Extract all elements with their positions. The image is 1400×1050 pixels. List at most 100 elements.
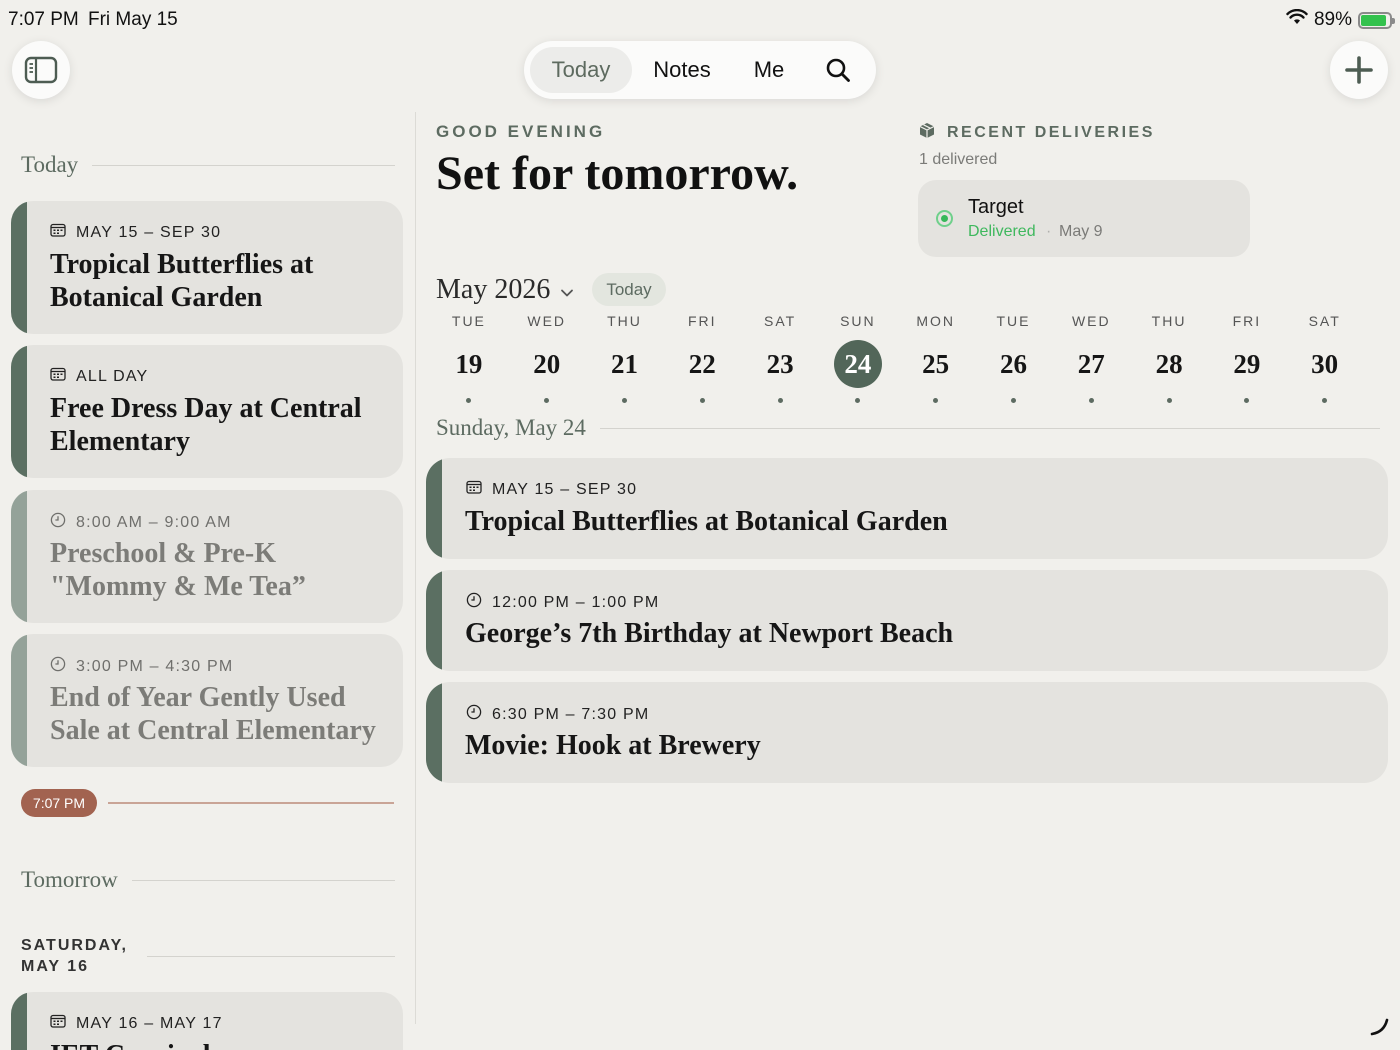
status-time: 7:07 PM (8, 9, 79, 30)
headline: Set for tomorrow. (436, 147, 799, 200)
sidebar-toggle-button[interactable] (12, 41, 70, 99)
event-dot (1010, 398, 1016, 403)
clock-icon (50, 656, 66, 677)
sidebar-event-card[interactable]: MAY 16 – MAY 17 IET Carnival (11, 992, 403, 1050)
weekday-label: SAT (763, 313, 797, 329)
current-time-badge: 7:07 PM (21, 789, 97, 817)
status-date: Fri May 15 (88, 9, 178, 30)
resize-handle-icon[interactable] (1368, 1015, 1390, 1042)
weekday-label: FRI (1232, 313, 1262, 329)
weekday-label: TUE (996, 313, 1031, 329)
day-number: 29 (1233, 348, 1261, 379)
day-number: 30 (1311, 348, 1339, 379)
event-card[interactable]: 6:30 PM – 7:30 PM Movie: Hook at Brewery (426, 682, 1388, 783)
top-tab-bar: Today Notes Me (524, 41, 876, 99)
event-card[interactable]: 12:00 PM – 1:00 PM George’s 7th Birthday… (426, 570, 1388, 671)
day-subheader: SATURDAY, MAY 16 (21, 937, 128, 975)
week-day[interactable]: SAT 30 (1286, 313, 1364, 403)
clock-icon (50, 512, 66, 533)
sidebar-event-card[interactable]: 8:00 AM – 9:00 AM Preschool & Pre-K "Mom… (11, 490, 403, 623)
delivery-card[interactable]: Target Delivered · May 9 (918, 180, 1250, 257)
separator-dot: · (1046, 223, 1052, 240)
event-dot (1088, 398, 1094, 403)
current-time-line (108, 802, 394, 804)
event-time: 3:00 PM – 4:30 PM (76, 657, 234, 675)
event-dot (544, 398, 550, 403)
package-icon (919, 122, 935, 144)
clock-icon (466, 704, 482, 725)
event-time: 6:30 PM – 7:30 PM (492, 705, 650, 723)
day-subheader-line (147, 956, 395, 957)
week-day[interactable]: THU 21 (586, 313, 664, 403)
weekday-label: WED (527, 313, 567, 329)
chevron-down-icon (560, 274, 574, 306)
weekday-label: FRI (688, 313, 717, 329)
week-day[interactable]: THU 28 (1130, 313, 1208, 403)
week-day[interactable]: TUE 19 (430, 313, 508, 403)
week-day[interactable]: MON 25 (897, 313, 975, 403)
plus-icon (1345, 56, 1373, 84)
delivery-status: Delivered (968, 223, 1036, 240)
month-label: May 2026 (436, 274, 551, 305)
week-day[interactable]: SAT 23 (741, 313, 819, 403)
clock-icon (466, 592, 482, 613)
deliveries-heading: RECENT DELIVERIES (947, 124, 1155, 141)
status-indicators: 89% (1286, 8, 1395, 31)
sidebar-event-card[interactable]: 3:00 PM – 4:30 PM End of Year Gently Use… (11, 634, 403, 767)
event-card[interactable]: MAY 15 – SEP 30 Tropical Butterflies at … (426, 458, 1388, 559)
sidebar-event-card[interactable]: MAY 15 – SEP 30 Tropical Butterflies at … (11, 201, 403, 334)
event-dot (466, 398, 472, 403)
tab-today[interactable]: Today (530, 47, 632, 93)
event-title: George’s 7th Birthday at Newport Beach (465, 618, 954, 649)
event-title: Tropical Butterflies at Botanical Garden (465, 506, 948, 537)
deliveries-count: 1 delivered (919, 151, 998, 168)
month-picker[interactable]: May 2026 (436, 274, 574, 306)
selected-date-label: Sunday, May 24 (436, 415, 586, 440)
tomorrow-section-header: Tomorrow (21, 867, 395, 893)
week-day[interactable]: FRI 29 (1208, 313, 1286, 403)
battery-icon (1358, 11, 1395, 29)
calendar-icon (50, 223, 66, 242)
weekday-label: THU (607, 313, 642, 329)
weekday-label: MON (916, 313, 956, 329)
tomorrow-section-label: Tomorrow (21, 867, 118, 892)
weekday-label: WED (1071, 313, 1111, 329)
delivered-status-icon (936, 210, 953, 227)
event-dot (855, 398, 861, 403)
event-time: 12:00 PM – 1:00 PM (492, 593, 660, 611)
tab-notes[interactable]: Notes (632, 47, 732, 93)
event-dot (777, 398, 783, 403)
week-day[interactable]: WED 20 (508, 313, 586, 403)
week-day[interactable]: WED 27 (1052, 313, 1130, 403)
event-title: Movie: Hook at Brewery (465, 730, 761, 761)
event-dot (621, 398, 627, 403)
event-dot (933, 398, 939, 403)
week-day[interactable]: TUE 26 (975, 313, 1053, 403)
week-day[interactable]: FRI 22 (663, 313, 741, 403)
weekday-label: SAT (1308, 313, 1341, 329)
sidebar-event-card[interactable]: ALL DAY Free Dress Day at Central Elemen… (11, 345, 403, 478)
day-number: 21 (610, 348, 638, 379)
event-title: End of Year Gently Used Sale at Central … (50, 682, 376, 746)
week-strip: TUE 19 WED 20 THU 21 FRI 22 SAT 23 SUN 24 MON 2… (430, 313, 1364, 403)
day-number: 26 (999, 348, 1027, 379)
week-day-selected[interactable]: SUN 24 (819, 313, 897, 403)
delivery-merchant: Target (968, 196, 1024, 218)
today-section-label: Today (21, 152, 79, 177)
today-button[interactable]: Today (592, 273, 666, 306)
day-number: 27 (1077, 348, 1105, 379)
add-button[interactable] (1330, 41, 1388, 99)
delivery-date: May 9 (1059, 223, 1103, 240)
sidebar-divider (415, 112, 416, 1024)
weekday-label: TUE (451, 313, 486, 329)
day-number: 28 (1155, 348, 1183, 379)
search-button[interactable] (806, 47, 870, 93)
event-dot (1166, 398, 1172, 403)
sidebar-icon (24, 56, 58, 84)
battery-percent: 89% (1313, 9, 1352, 30)
event-time: ALL DAY (76, 367, 149, 385)
today-section-header: Today (21, 152, 395, 178)
tab-me[interactable]: Me (732, 47, 806, 93)
day-number-selected: 24 (833, 340, 882, 388)
day-number: 23 (766, 348, 794, 379)
